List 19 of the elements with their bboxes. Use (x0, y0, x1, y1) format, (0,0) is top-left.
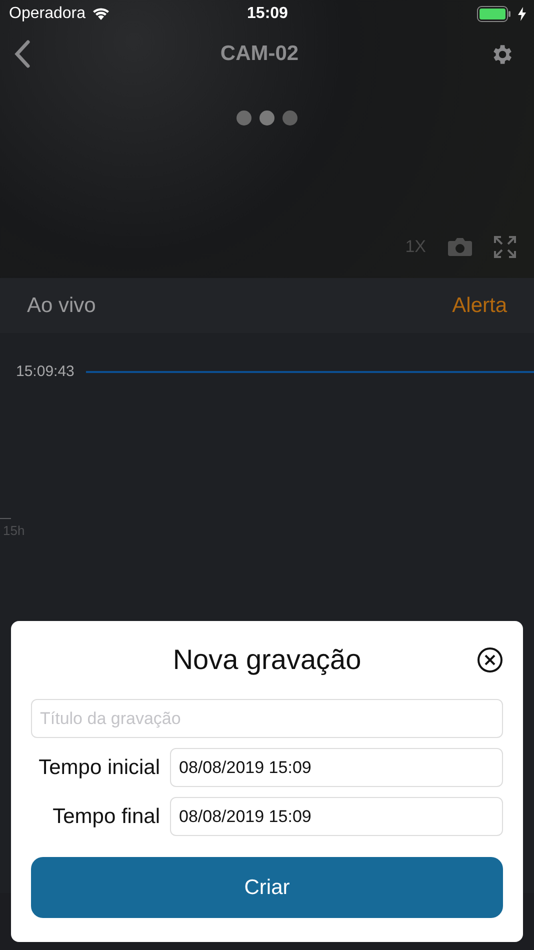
loading-icon (236, 110, 298, 126)
camera-title: CAM-02 (220, 42, 299, 66)
time-field[interactable]: 08/08/2019 15:09 (170, 797, 503, 836)
title-field[interactable]: Título da gravação (31, 699, 503, 738)
battery-icon (476, 6, 512, 22)
mode-tab[interactable]: Alerta (452, 294, 507, 318)
clock-time: 15:09 (247, 5, 288, 23)
time-label: Tempo final (52, 804, 160, 828)
carrier-name: Operadora (9, 5, 86, 23)
close-icon[interactable] (477, 647, 503, 673)
dialog-title: Nova gravação (172, 644, 362, 676)
mode-tab[interactable]: Ao vivo (27, 294, 96, 318)
fullscreen-icon[interactable] (494, 236, 516, 258)
current-time: 15:09:43 (16, 363, 74, 380)
time-field[interactable]: 08/08/2019 15:09 (170, 748, 503, 787)
wifi-icon (92, 7, 110, 21)
time-label: Tempo inicial (38, 756, 160, 780)
back-button[interactable] (14, 40, 30, 68)
create-button[interactable]: Criar (31, 857, 503, 918)
